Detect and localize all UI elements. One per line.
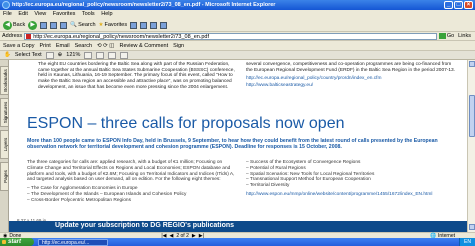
scroll-down-icon[interactable] — [469, 224, 475, 230]
star-icon: ★ — [98, 22, 104, 28]
hand-tool-icon[interactable]: ✋ — [4, 52, 11, 58]
tab-bookmarks-label: Bookmarks — [3, 69, 8, 92]
tab-signatures-label: Signatures — [3, 101, 8, 124]
save-copy-button[interactable]: Save a Copy — [3, 43, 35, 49]
article-right-paragraph: several convergence, competitiveness and… — [246, 62, 456, 73]
address-bar: Address http://ec.europa.eu/regional_pol… — [0, 32, 475, 41]
article-text-left: The eight EU countries bordering the Bal… — [38, 62, 235, 90]
menu-bar: File Edit View Favorites Tools Help — [0, 10, 475, 19]
scroll-thumb[interactable] — [469, 95, 475, 137]
article-text-right: several convergence, competitiveness and… — [246, 62, 456, 89]
forward-button[interactable]: ▶ — [28, 20, 38, 30]
back-label: Back — [13, 22, 26, 28]
favorites-button[interactable]: ★ Favorites — [99, 22, 128, 28]
tab-pages-label: Pages — [3, 170, 8, 183]
tab-signatures[interactable]: Signatures — [0, 98, 9, 127]
pdf-nav-toolbar: ✋ Select Text ⊕ 121% — [0, 51, 475, 60]
print-icon[interactable] — [150, 21, 158, 29]
favorites-label: Favorites — [104, 22, 128, 28]
edit-icon[interactable] — [160, 21, 168, 29]
search-icon: 🔍 — [70, 22, 78, 28]
back-button[interactable]: ◀ Back — [3, 20, 26, 30]
menu-view[interactable]: View — [34, 11, 46, 17]
maximize-button[interactable]: □ — [454, 1, 463, 9]
sign-button[interactable]: Sign — [173, 43, 184, 49]
rotate-icon[interactable] — [120, 51, 129, 59]
vertical-scrollbar[interactable] — [467, 60, 475, 232]
home-icon[interactable] — [60, 21, 68, 29]
go-label: Go — [446, 33, 455, 39]
subscription-banner: Update your subscription to DG REGIO's p… — [9, 221, 467, 232]
article-lead: More than 100 people came to ESPON Info … — [27, 138, 438, 151]
select-text-button[interactable]: Select Text — [15, 52, 42, 58]
standard-toolbar: ◀ Back ▶ 🔍 Search ★ Favorites — [0, 19, 475, 32]
zoom-level[interactable]: 121% — [66, 52, 80, 58]
taskbar-ie-item[interactable]: http://ec.europa.eu/... — [38, 238, 108, 246]
menu-help[interactable]: Help — [101, 11, 112, 17]
start-label: start — [8, 239, 22, 245]
espon-link[interactable]: http://www.espon.eu/mmp/online/website/c… — [246, 192, 458, 198]
language-indicator[interactable]: EN — [464, 239, 471, 245]
address-label: Address — [2, 33, 23, 39]
ie-window: http://ec.europa.eu/regional_policy/news… — [0, 0, 475, 246]
address-input[interactable]: http://ec.europa.eu/regional_policy/news… — [24, 32, 437, 40]
window-controls: _ □ × — [444, 1, 473, 9]
zoom-in-icon[interactable]: ⊕ — [58, 52, 63, 58]
actual-size-icon[interactable] — [84, 51, 93, 59]
scroll-up-icon[interactable] — [469, 61, 475, 67]
system-tray: EN — [459, 238, 475, 246]
history-icon[interactable] — [130, 21, 138, 29]
minimize-button[interactable]: _ — [444, 1, 453, 9]
search-button[interactable]: 🔍 Search — [70, 22, 95, 28]
menu-edit[interactable]: Edit — [18, 11, 27, 17]
links-button[interactable]: Links — [458, 33, 471, 39]
review-comment-button[interactable]: Review & Comment — [120, 43, 169, 49]
window-title: http://ec.europa.eu/regional_policy/news… — [12, 2, 276, 8]
article-body-left: The three categories for calls are: appl… — [27, 160, 237, 204]
article-headline: ESPON – three calls for proposals now op… — [27, 115, 345, 132]
tab-layers[interactable]: Layers — [0, 130, 9, 159]
tab-bookmarks[interactable]: Bookmarks — [0, 66, 9, 95]
fit-width-icon[interactable] — [108, 51, 117, 59]
article-body-right: – Success of the Ecosystem of Convergenc… — [246, 160, 458, 198]
stop-icon[interactable] — [40, 21, 48, 29]
menu-tools[interactable]: Tools — [82, 11, 95, 17]
email-button[interactable]: Email — [56, 43, 70, 49]
tab-pages[interactable]: Pages — [0, 162, 9, 191]
body-left-paragraph: The three categories for calls are: appl… — [27, 160, 235, 183]
pdf-icon — [26, 33, 32, 39]
refresh-icon[interactable] — [50, 21, 58, 29]
pdf-search-button[interactable]: Search — [75, 43, 92, 49]
body-right-list: – Success of the Ecosystem of Convergenc… — [246, 160, 375, 189]
acrobat-toolbar: Save a Copy Print Email Search ⟲ ⟳ ◫ Rev… — [0, 41, 475, 51]
article-link-1[interactable]: http://ec.europa.eu/regional_policy/coun… — [246, 76, 456, 82]
back-arrow-icon: ◀ — [3, 20, 12, 30]
subscription-banner-text: Update your subscription to DG REGIO's p… — [55, 222, 235, 229]
title-bar: http://ec.europa.eu/regional_policy/news… — [0, 0, 475, 10]
start-button[interactable]: start — [0, 238, 34, 246]
fit-page-icon[interactable] — [96, 51, 105, 59]
print-button[interactable]: Print — [40, 43, 51, 49]
search-label: Search — [78, 22, 96, 28]
go-arrow-icon — [438, 33, 446, 39]
mail-icon[interactable] — [140, 21, 148, 29]
menu-file[interactable]: File — [3, 11, 12, 17]
snapshot-icon[interactable] — [45, 51, 54, 59]
tab-layers-label: Layers — [3, 137, 8, 152]
taskbar-ie-label: http://ec.europa.eu/... — [42, 239, 90, 246]
pdf-document-view[interactable]: The eight EU countries bordering the Bal… — [9, 60, 467, 232]
pdf-side-tabs: Bookmarks Signatures Layers Pages — [0, 60, 9, 232]
close-button[interactable]: × — [464, 1, 473, 9]
menu-favorites[interactable]: Favorites — [53, 11, 76, 17]
windows-taskbar: start http://ec.europa.eu/... EN — [0, 238, 475, 246]
address-value: http://ec.europa.eu/regional_policy/news… — [33, 33, 209, 40]
body-left-list: – The Case for Agglomeration Economies i… — [27, 186, 187, 203]
go-button[interactable]: Go — [438, 33, 455, 39]
article-link-2[interactable]: http://www.balticseastrategy.eu/ — [246, 83, 456, 89]
ie-logo-icon — [2, 1, 10, 9]
zoom-tools-icon[interactable]: ⟲ ⟳ ◫ — [97, 43, 114, 49]
